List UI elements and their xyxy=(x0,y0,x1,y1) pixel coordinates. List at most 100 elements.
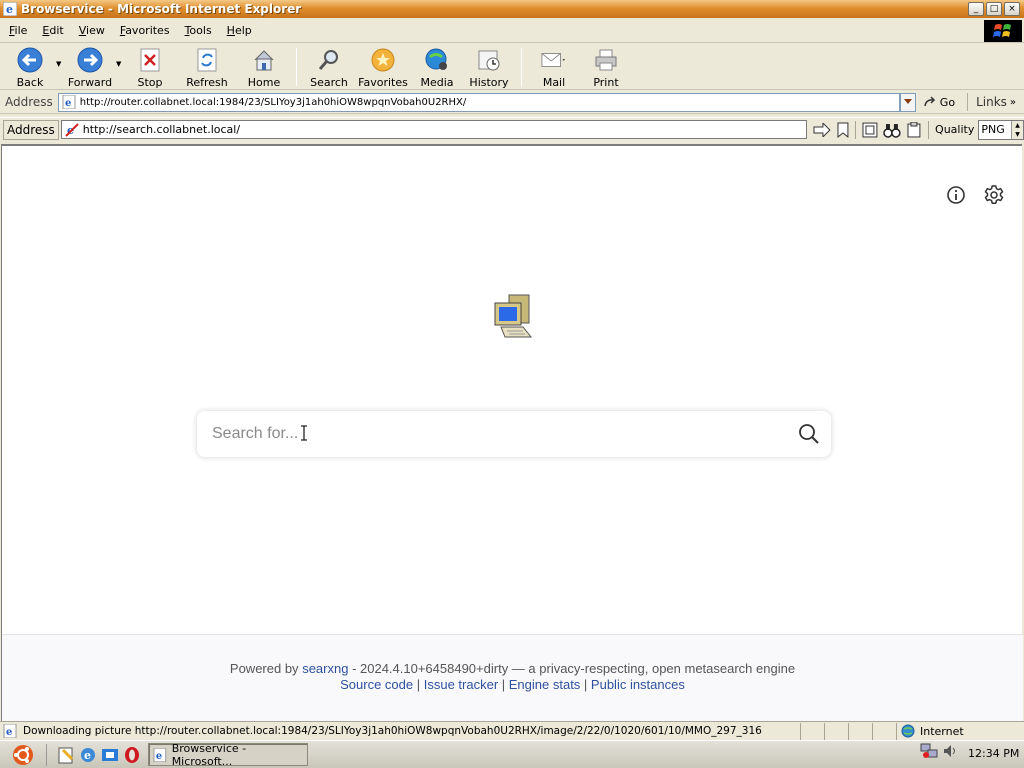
searxng-link[interactable]: searxng xyxy=(302,661,348,676)
stop-button[interactable]: Stop xyxy=(124,44,176,89)
taskbar-item-label: Browservice - Microsoft... xyxy=(171,741,247,768)
search-icon[interactable] xyxy=(798,423,820,445)
quality-spinner[interactable]: ▲ ▼ xyxy=(1011,120,1024,139)
status-panel xyxy=(800,722,824,740)
source-code-link[interactable]: Source code xyxy=(340,677,413,692)
minimize-button[interactable]: _ xyxy=(968,2,984,16)
ie-icon: e xyxy=(81,747,95,762)
site-logo xyxy=(494,294,533,338)
network-icon[interactable] xyxy=(920,743,938,759)
binoculars-icon[interactable] xyxy=(883,122,901,138)
chevron-right-icon[interactable]: » xyxy=(1010,97,1016,108)
menu-help[interactable]: Help xyxy=(220,24,260,37)
home-button[interactable]: Home xyxy=(238,44,290,89)
quicklaunch-ie[interactable]: e xyxy=(77,744,99,766)
go-arrow-icon[interactable] xyxy=(813,122,831,137)
ie-icon: e xyxy=(153,747,167,762)
mail-icon xyxy=(541,53,566,67)
quicklaunch-notepad[interactable] xyxy=(55,744,77,766)
status-panels xyxy=(800,722,896,740)
forward-button[interactable]: Forward xyxy=(64,44,116,89)
search-button[interactable]: Search xyxy=(303,44,355,89)
forward-arrow-icon xyxy=(77,47,103,73)
menu-bar: File Edit View Favorites Tools Help xyxy=(0,18,1024,43)
public-instances-link[interactable]: Public instances xyxy=(591,677,685,692)
quality-label: Quality xyxy=(935,123,975,136)
printer-icon xyxy=(595,49,617,71)
search-bar xyxy=(197,411,831,457)
engine-stats-link[interactable]: Engine stats xyxy=(509,677,581,692)
separator xyxy=(855,120,857,139)
address-dropdown-button[interactable] xyxy=(899,92,916,112)
history-icon xyxy=(478,50,500,71)
search-input[interactable] xyxy=(212,425,772,443)
settings-gear-icon[interactable] xyxy=(983,184,1005,206)
browservice-address-url: http://search.collabnet.local/ xyxy=(82,123,241,136)
home-icon xyxy=(254,50,274,71)
title-bar: e Browservice - Microsoft Internet Explo… xyxy=(0,0,1024,18)
volume-icon[interactable] xyxy=(942,743,958,759)
back-button[interactable]: Back xyxy=(4,44,56,89)
svg-text:e: e xyxy=(65,98,71,109)
text-cursor-icon xyxy=(301,425,307,441)
issue-tracker-link[interactable]: Issue tracker xyxy=(424,677,498,692)
mail-button[interactable]: Mail xyxy=(528,44,580,89)
quicklaunch-opera[interactable] xyxy=(121,744,143,766)
status-panel xyxy=(872,722,896,740)
menu-file[interactable]: File xyxy=(2,24,35,37)
quality-select[interactable]: PNG ▲ ▼ xyxy=(978,119,1024,140)
ie-address-url: http://router.collabnet.local:1984/23/SL… xyxy=(79,96,467,108)
menu-edit[interactable]: Edit xyxy=(35,24,71,37)
system-tray xyxy=(920,743,958,759)
menu-tools[interactable]: Tools xyxy=(178,24,220,37)
favorites-button[interactable]: Favorites xyxy=(355,44,411,89)
find-in-page-icon[interactable] xyxy=(862,122,878,138)
ie-address-field[interactable]: e http://router.collabnet.local:1984/23/… xyxy=(57,92,900,112)
stop-icon xyxy=(140,48,160,72)
ie-address-bar: Address e http://router.collabnet.local:… xyxy=(0,91,1024,114)
print-button[interactable]: Print xyxy=(580,44,632,89)
status-panel xyxy=(824,722,848,740)
address-separator xyxy=(967,93,969,111)
ie-icon: e xyxy=(3,2,17,16)
favorites-star-icon xyxy=(371,48,395,72)
menu-view[interactable]: View xyxy=(72,24,113,37)
zone-label: Internet xyxy=(920,724,964,738)
start-button[interactable] xyxy=(10,744,36,766)
refresh-button[interactable]: Refresh xyxy=(176,44,238,89)
quicklaunch-outlook[interactable] xyxy=(99,744,121,766)
browservice-address-field[interactable]: e http://search.collabnet.local/ xyxy=(60,120,807,139)
close-button[interactable]: × xyxy=(1004,2,1020,16)
taskbar: e e Browservice - Microsoft... 12:34 PM xyxy=(0,740,1024,768)
ubuntu-logo-icon xyxy=(13,744,33,765)
media-icon xyxy=(425,48,447,70)
forward-dropdown-icon[interactable]: ▼ xyxy=(116,44,124,68)
page-viewport: Powered by searxng - 2024.4.10+6458490+d… xyxy=(1,144,1023,723)
page-icon: e xyxy=(62,95,76,109)
taskbar-item-browservice[interactable]: e Browservice - Microsoft... xyxy=(148,741,308,768)
clipboard-icon[interactable] xyxy=(906,121,922,138)
toolbar-separator xyxy=(296,48,297,86)
page-footer: Powered by searxng - 2024.4.10+6458490+d… xyxy=(2,634,1023,723)
svg-text:e: e xyxy=(156,750,162,761)
back-dropdown-icon[interactable]: ▼ xyxy=(56,44,64,68)
toolbar-separator xyxy=(521,48,522,86)
info-icon[interactable] xyxy=(946,185,966,205)
browservice-address-label: Address xyxy=(7,122,55,137)
maximize-button[interactable]: □ xyxy=(986,2,1002,16)
bookmark-icon[interactable] xyxy=(836,122,850,138)
clock: 12:34 PM xyxy=(968,747,1020,760)
menu-favorites[interactable]: Favorites xyxy=(113,24,178,37)
windows-logo-icon xyxy=(984,20,1022,42)
opera-icon xyxy=(125,746,139,763)
browser-window: e Browservice - Microsoft Internet Explo… xyxy=(0,0,1024,740)
history-button[interactable]: History xyxy=(463,44,515,89)
links-button[interactable]: Links xyxy=(976,95,1007,109)
address-label: Address xyxy=(5,95,53,109)
media-button[interactable]: Media xyxy=(411,44,463,89)
refresh-icon xyxy=(197,48,217,72)
svg-text:e: e xyxy=(6,3,13,16)
status-panel xyxy=(848,722,872,740)
go-button[interactable]: Go xyxy=(924,96,955,109)
browservice-address-label-box: Address xyxy=(3,119,59,140)
